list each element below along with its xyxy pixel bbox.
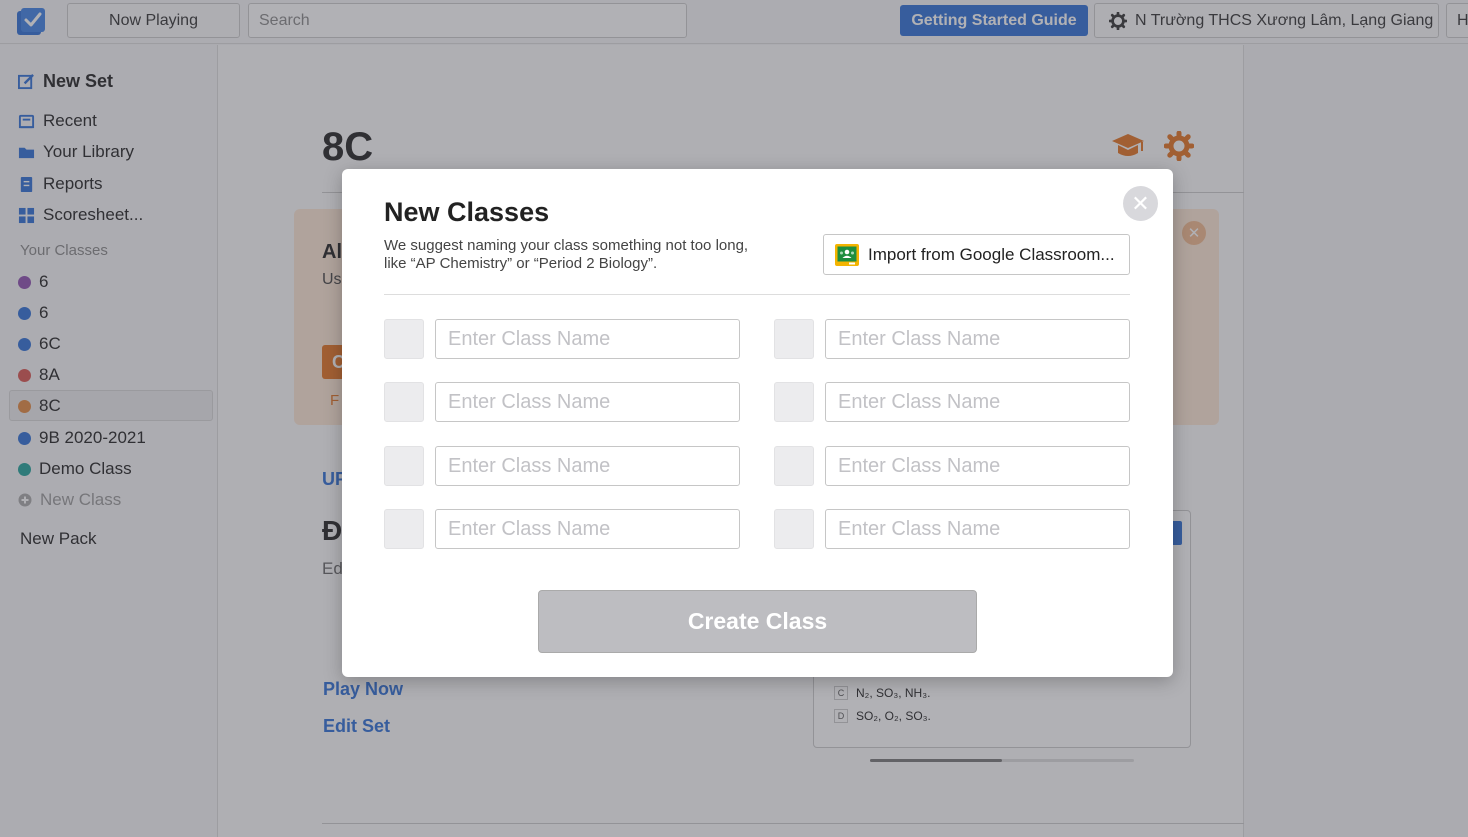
class-name-input[interactable] [435, 319, 740, 359]
class-name-input[interactable] [825, 446, 1130, 486]
class-color-picker[interactable] [774, 382, 814, 422]
close-icon[interactable]: ✕ [1123, 186, 1158, 221]
modal-description: We suggest naming your class something n… [384, 237, 749, 272]
google-classroom-icon [835, 243, 859, 266]
class-name-input[interactable] [825, 509, 1130, 549]
class-name-input[interactable] [825, 319, 1130, 359]
class-name-input[interactable] [435, 446, 740, 486]
class-name-input[interactable] [435, 382, 740, 422]
class-color-picker[interactable] [384, 446, 424, 486]
import-google-classroom-button[interactable]: Import from Google Classroom... [823, 234, 1130, 275]
class-color-picker[interactable] [384, 382, 424, 422]
modal-divider [384, 294, 1130, 295]
class-color-picker[interactable] [774, 509, 814, 549]
class-color-picker[interactable] [774, 446, 814, 486]
class-name-input[interactable] [435, 509, 740, 549]
modal-title: New Classes [384, 197, 550, 227]
create-class-button[interactable]: Create Class [538, 590, 977, 653]
class-color-picker[interactable] [384, 319, 424, 359]
class-name-input[interactable] [825, 382, 1130, 422]
class-color-picker[interactable] [774, 319, 814, 359]
new-classes-modal: ✕ New Classes We suggest naming your cla… [342, 169, 1173, 677]
import-button-label: Import from Google Classroom... [868, 244, 1115, 264]
class-color-picker[interactable] [384, 509, 424, 549]
